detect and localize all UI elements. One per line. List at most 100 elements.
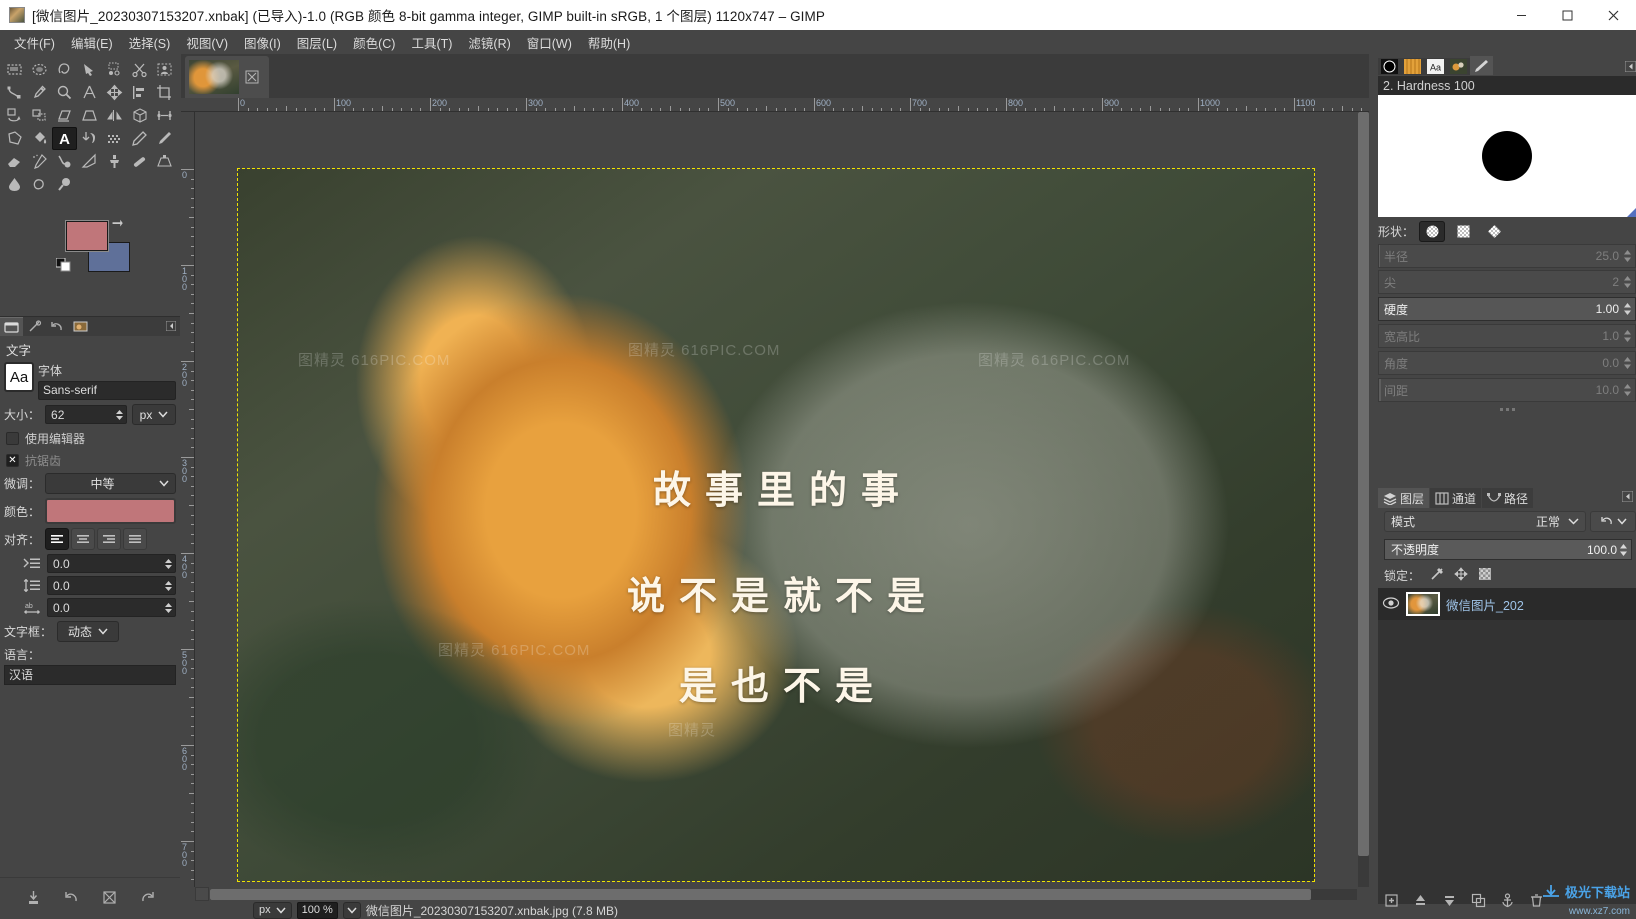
align-justify-button[interactable] [123,528,148,550]
flip-tool[interactable] [102,104,127,127]
layer-list[interactable]: 微信图片_202 [1378,588,1636,904]
unified-transform-tool[interactable] [127,104,152,127]
reset-tool-options-button[interactable] [140,890,155,908]
brush-editor-tab[interactable] [1470,56,1493,75]
dither-tool[interactable] [102,127,127,150]
brush-radius-slider[interactable]: 半径 25.0 [1378,244,1636,268]
brush-hardness-spin-arrows[interactable] [1621,299,1633,319]
line-spacing-spin-arrows[interactable] [163,578,174,593]
align-right-button[interactable] [97,528,122,550]
canvas-vertical-scrollbar-thumb[interactable] [1358,112,1369,856]
unit-combo[interactable]: px [253,901,292,919]
shape-circle-button[interactable] [1419,220,1446,242]
menu-image[interactable]: 图像(I) [236,30,289,55]
fuzzy-select-tool[interactable] [77,58,102,81]
zoom-input[interactable]: 100 % [296,901,338,919]
shape-diamond-button[interactable] [1481,221,1507,242]
layers-menu-icon[interactable] [1621,490,1634,505]
measure-tool[interactable] [77,81,102,104]
menu-tools[interactable]: 工具(T) [403,30,460,55]
lock-pixels-icon[interactable] [1430,567,1444,584]
shear-tool[interactable] [52,104,77,127]
document-tab[interactable] [185,56,269,98]
language-input[interactable]: 汉语 [4,665,176,685]
menu-file[interactable]: 文件(F) [6,30,63,55]
dodge-burn-tool[interactable] [52,173,77,196]
brush-spikes-spin-arrows[interactable] [1621,272,1633,292]
dock-separator[interactable] [1378,406,1636,412]
ellipse-select-tool[interactable] [27,58,52,81]
layer-mode-switch-button[interactable] [1590,511,1636,532]
rect-select-tool[interactable] [2,58,27,81]
handle-transform-tool[interactable] [152,104,177,127]
brush-spacing-slider[interactable]: 间距 10.0 [1378,378,1636,402]
tab-paths[interactable]: 路径 [1482,488,1534,508]
layer-opacity-slider[interactable]: 不透明度 100.0 [1384,539,1632,560]
rotate-tool[interactable] [2,104,27,127]
use-editor-checkbox[interactable]: 使用编辑器 [6,430,176,447]
size-spin-arrows[interactable] [114,407,125,422]
textbox-combo[interactable]: 动态 [57,621,120,642]
select-by-color-tool[interactable] [102,58,127,81]
menu-filters[interactable]: 滤镜(R) [460,30,518,55]
brush-aspect-ratio-slider[interactable]: 宽高比 1.0 [1378,324,1636,348]
brush-angle-spin-arrows[interactable] [1621,353,1633,373]
tool-options-menu-icon[interactable] [165,320,177,334]
perspective-tool[interactable] [77,104,102,127]
color-picker-tool[interactable] [27,81,52,104]
document-history-tab[interactable] [1447,58,1470,75]
raise-layer-button[interactable] [1413,893,1428,911]
menu-colors[interactable]: 颜色(C) [345,30,403,55]
reset-colors-icon[interactable] [55,257,75,272]
anchor-layer-button[interactable] [1500,893,1515,911]
alignment-tool[interactable] [127,81,152,104]
duplicate-layer-button[interactable] [1471,893,1486,911]
canvas-horizontal-scrollbar[interactable] [195,887,1358,901]
tab-layers[interactable]: 图层 [1378,488,1430,508]
foreground-select-tool[interactable] [152,58,177,81]
tab-channels[interactable]: 通道 [1430,488,1482,508]
right-dock-menu-icon[interactable] [1624,60,1636,75]
menu-view[interactable]: 视图(V) [178,30,236,55]
align-left-button[interactable] [45,528,70,550]
smudge-tool[interactable] [27,173,52,196]
size-unit-combo[interactable]: px [132,404,176,425]
lower-layer-button[interactable] [1442,893,1457,911]
images-tab[interactable] [69,317,92,336]
new-layer-button[interactable] [1384,893,1399,911]
scale-tool[interactable] [27,104,52,127]
cage-transform-tool[interactable] [2,127,27,150]
layer-visibility-icon[interactable] [1382,596,1400,613]
canvas-area[interactable]: 图精灵 616PIC.COM 图精灵 616PIC.COM 图精灵 616PIC… [195,112,1358,887]
text-color-button[interactable] [45,498,176,524]
align-center-button[interactable] [71,528,96,550]
pencil-tool[interactable] [127,127,152,150]
brush-spikes-slider[interactable]: 尖 2 [1378,270,1636,294]
paths-tool[interactable] [2,81,27,104]
patterns-tab[interactable] [1401,58,1424,75]
canvas-vertical-scrollbar[interactable] [1358,112,1369,887]
brush-aspect-ratio-spin-arrows[interactable] [1621,326,1633,346]
canvas-horizontal-scrollbar-trough[interactable] [210,888,1357,900]
layer-opacity-spin-arrows[interactable] [1618,541,1629,558]
clone-tool[interactable] [102,150,127,173]
tool-options-tab[interactable] [0,317,23,336]
undo-history-tab[interactable] [46,317,69,336]
device-status-tab[interactable] [23,317,46,336]
minimize-button[interactable] [1498,0,1544,30]
menu-windows[interactable]: 窗口(W) [519,30,580,55]
restore-tool-options-button[interactable] [64,890,79,908]
menu-select[interactable]: 选择(S) [121,30,179,55]
ink-tool[interactable] [52,150,77,173]
close-button[interactable] [1590,0,1636,30]
text-tool[interactable]: A [52,127,77,150]
size-input[interactable]: 62 [45,405,127,424]
airbrush-tool[interactable] [27,150,52,173]
hinting-combo[interactable]: 中等 [45,473,176,494]
free-select-tool[interactable] [52,58,77,81]
menu-layer[interactable]: 图层(L) [289,30,345,55]
swap-colors-icon[interactable] [110,218,125,232]
save-tool-options-button[interactable] [26,890,41,908]
lock-position-icon[interactable] [1454,566,1468,584]
brushes-tab[interactable] [1378,58,1401,75]
